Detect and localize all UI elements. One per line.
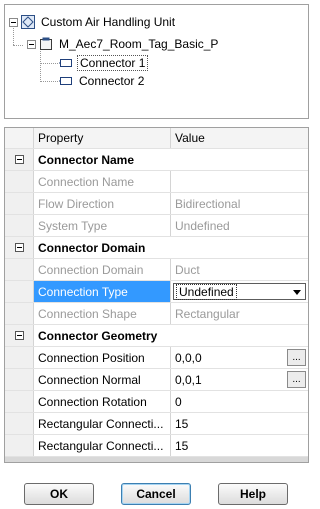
property-value[interactable]: 15 xyxy=(171,435,308,456)
property-value: Bidirectional xyxy=(175,196,241,211)
connection-type-dropdown[interactable]: Undefined xyxy=(173,283,306,300)
property-label: Rectangular Connecti... xyxy=(34,435,171,456)
collapse-toggle[interactable] xyxy=(14,331,24,340)
category-label: Connector Geometry xyxy=(38,328,158,343)
property-row-system-type[interactable]: System Type Undefined xyxy=(5,215,308,237)
property-value xyxy=(171,171,308,192)
property-value: Rectangular xyxy=(175,306,240,321)
collapse-toggle[interactable] xyxy=(14,243,24,252)
property-row-connection-rotation[interactable]: Connection Rotation 0 xyxy=(5,391,308,413)
tree-node-connector-2-label: Connector 2 xyxy=(79,74,145,88)
property-row-rectangular-connection-width[interactable]: Rectangular Connecti... 15 xyxy=(5,413,308,435)
tree-node-family[interactable]: M_Aec7_Room_Tag_Basic_P xyxy=(27,35,220,53)
category-connector-name[interactable]: Connector Name xyxy=(5,149,308,171)
value-column-header[interactable]: Value xyxy=(171,128,308,148)
cancel-button[interactable]: Cancel xyxy=(121,483,191,505)
tree-node-root[interactable]: Custom Air Handling Unit xyxy=(9,13,177,31)
property-row-connection-name[interactable]: Connection Name xyxy=(5,171,308,193)
property-label: Connection Rotation xyxy=(34,391,171,412)
collapse-toggle[interactable] xyxy=(9,17,18,27)
category-connector-domain[interactable]: Connector Domain xyxy=(5,237,308,259)
tree-node-connector-1-label: Connector 1 xyxy=(77,55,149,71)
tree-node-root-label: Custom Air Handling Unit xyxy=(41,15,176,29)
property-label: Connection Name xyxy=(34,171,171,192)
property-value[interactable]: 0,0,1 xyxy=(175,373,202,387)
tree-node-family-label: M_Aec7_Room_Tag_Basic_P xyxy=(59,37,219,51)
chevron-down-icon[interactable] xyxy=(293,290,301,295)
property-value[interactable]: 0 xyxy=(171,391,308,412)
ok-button[interactable]: OK xyxy=(24,483,94,505)
tree-node-connector-1[interactable]: Connector 1 xyxy=(59,54,149,72)
category-label: Connector Name xyxy=(38,152,135,167)
property-label: Rectangular Connecti... xyxy=(34,413,171,434)
property-label: Connection Type xyxy=(34,281,171,302)
property-row-connection-normal[interactable]: Connection Normal 0,0,1 ... xyxy=(5,369,308,391)
property-grid: Property Value Connector Name Connection… xyxy=(4,127,309,463)
property-label: Connection Normal xyxy=(34,369,171,390)
ellipsis-button[interactable]: ... xyxy=(287,371,306,388)
property-row-connection-domain[interactable]: Connection Domain Duct xyxy=(5,259,308,281)
tree-node-connector-2[interactable]: Connector 2 xyxy=(59,72,146,90)
property-label: System Type xyxy=(34,215,171,236)
family-icon xyxy=(39,37,53,51)
property-row-rectangular-connection-height[interactable]: Rectangular Connecti... 15 xyxy=(5,435,308,457)
grid-header: Property Value xyxy=(5,128,308,149)
category-label: Connector Domain xyxy=(38,240,146,255)
property-row-connection-shape[interactable]: Connection Shape Rectangular xyxy=(5,303,308,325)
property-value: Duct xyxy=(175,262,200,277)
connector-icon xyxy=(59,56,73,70)
property-row-connection-position[interactable]: Connection Position 0,0,0 ... xyxy=(5,347,308,369)
property-label: Flow Direction xyxy=(34,193,171,214)
collapse-toggle[interactable] xyxy=(14,155,24,164)
property-row-connection-type[interactable]: Connection Type Undefined xyxy=(5,281,308,303)
air-handling-unit-icon xyxy=(21,15,35,29)
help-button[interactable]: Help xyxy=(218,483,288,505)
property-label: Connection Shape xyxy=(34,303,171,324)
property-row-flow-direction[interactable]: Flow Direction Bidirectional xyxy=(5,193,308,215)
property-value[interactable]: 15 xyxy=(171,413,308,434)
connector-icon xyxy=(59,74,73,88)
property-value[interactable]: 0,0,0 xyxy=(175,351,202,365)
collapse-toggle[interactable] xyxy=(27,39,36,49)
property-label: Connection Position xyxy=(34,347,171,368)
property-column-header[interactable]: Property xyxy=(34,128,171,148)
property-label: Connection Domain xyxy=(34,259,171,280)
property-value: Undefined xyxy=(175,218,230,233)
dropdown-selected-value: Undefined xyxy=(176,283,237,300)
component-tree: Custom Air Handling Unit M_Aec7_Room_Tag… xyxy=(4,4,309,119)
ellipsis-button[interactable]: ... xyxy=(287,349,306,366)
category-connector-geometry[interactable]: Connector Geometry xyxy=(5,325,308,347)
